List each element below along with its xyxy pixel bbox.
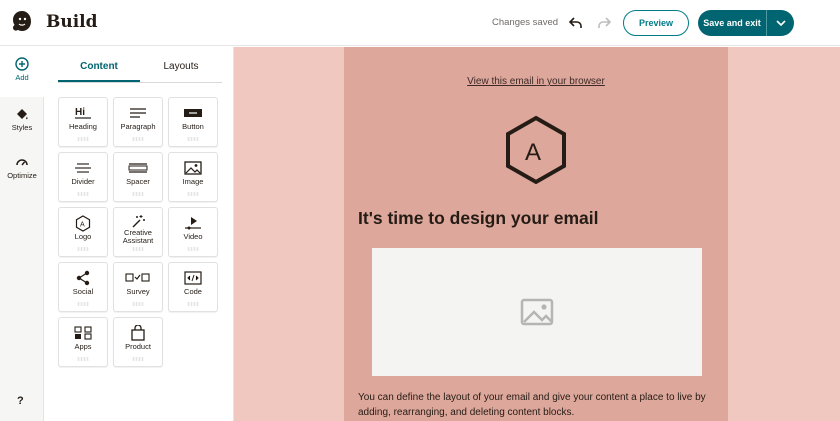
panel-tabs: Content Layouts — [58, 61, 222, 83]
drag-handle[interactable] — [77, 137, 89, 141]
apps-icon — [74, 326, 92, 340]
undo-button[interactable] — [566, 13, 586, 33]
paragraph-icon — [130, 108, 146, 118]
block-paragraph[interactable]: Paragraph — [113, 97, 163, 147]
logo-icon: A — [75, 214, 91, 232]
spacer-icon — [128, 163, 148, 173]
mailchimp-logo-icon[interactable] — [10, 8, 34, 36]
email-body-text[interactable]: You can define the layout of your email … — [358, 390, 722, 420]
add-circle-icon — [15, 57, 29, 71]
survey-icon — [125, 273, 150, 282]
rail-item-add[interactable]: Add — [0, 47, 44, 97]
preview-button[interactable]: Preview — [623, 10, 689, 36]
block-social[interactable]: Social — [58, 262, 108, 312]
block-image[interactable]: Image — [168, 152, 218, 202]
block-survey[interactable]: Survey — [113, 262, 163, 312]
rail-item-label: Styles — [11, 123, 33, 132]
shopping-bag-icon — [131, 325, 145, 341]
editor-canvas: View this email in your browser A It's t… — [234, 47, 840, 421]
heading-icon: Hi — [75, 107, 91, 119]
drag-handle[interactable] — [77, 302, 89, 306]
email-logo-hexagon[interactable]: A — [504, 115, 568, 185]
drag-handle[interactable] — [77, 192, 89, 196]
block-label: Survey — [126, 287, 150, 296]
block-label: Apps — [74, 342, 92, 351]
rail-item-optimize[interactable]: Optimize — [0, 155, 44, 180]
block-button[interactable]: Button — [168, 97, 218, 147]
button-icon — [184, 109, 202, 117]
gauge-icon — [16, 159, 28, 166]
content-panel: Content Layouts Hi Heading Paragraph But… — [44, 47, 234, 421]
block-label: Heading — [69, 122, 97, 131]
drag-handle[interactable] — [132, 357, 144, 361]
code-icon — [184, 271, 202, 285]
block-label: Image — [182, 177, 204, 186]
drag-handle[interactable] — [77, 357, 89, 361]
redo-icon — [598, 17, 611, 28]
image-icon — [184, 161, 202, 175]
share-icon — [76, 270, 90, 286]
help-button[interactable]: ? — [17, 395, 24, 407]
block-heading[interactable]: Hi Heading — [58, 97, 108, 147]
email-body: View this email in your browser A It's t… — [344, 47, 728, 421]
rail-item-styles[interactable]: Styles — [0, 107, 44, 132]
block-apps[interactable]: Apps — [58, 317, 108, 367]
svg-text:A: A — [80, 221, 85, 228]
drag-handle[interactable] — [132, 192, 144, 196]
logo-letter: A — [525, 139, 541, 166]
block-label: Video — [183, 232, 203, 241]
undo-icon — [569, 17, 582, 28]
top-bar: Build Changes saved Preview Save and exi… — [0, 0, 840, 46]
block-label: Button — [182, 122, 204, 131]
image-placeholder-icon — [520, 298, 554, 326]
left-rail: Add Styles Optimize ? — [0, 47, 44, 421]
save-options-dropdown[interactable] — [767, 20, 794, 26]
image-placeholder[interactable] — [372, 248, 702, 376]
chevron-down-icon — [775, 20, 786, 26]
drag-handle[interactable] — [132, 247, 144, 251]
email-headline[interactable]: It's time to design your email — [358, 208, 598, 229]
paint-bucket-icon — [17, 109, 28, 120]
svg-text:Hi: Hi — [75, 107, 85, 118]
video-icon — [185, 217, 201, 230]
drag-handle[interactable] — [187, 137, 199, 141]
save-and-exit-button[interactable]: Save and exit — [698, 10, 794, 36]
block-label: Social — [72, 287, 94, 296]
block-spacer[interactable]: Spacer — [113, 152, 163, 202]
view-in-browser-link[interactable]: View this email in your browser — [344, 76, 728, 87]
drag-handle[interactable] — [132, 137, 144, 141]
page-title: Build — [46, 12, 98, 32]
drag-handle[interactable] — [187, 192, 199, 196]
block-logo[interactable]: A Logo — [58, 207, 108, 257]
block-code[interactable]: Code — [168, 262, 218, 312]
block-divider[interactable]: Divider — [58, 152, 108, 202]
rail-item-label: Add — [15, 73, 29, 82]
block-label: Spacer — [126, 177, 150, 186]
save-status: Changes saved — [492, 17, 559, 28]
divider-icon — [75, 163, 91, 173]
drag-handle[interactable] — [187, 302, 199, 306]
drag-handle[interactable] — [132, 302, 144, 306]
block-label: Paragraph — [120, 122, 156, 131]
sparkle-wand-icon — [132, 215, 145, 228]
block-creative-assistant[interactable]: Creative Assistant — [113, 207, 163, 257]
block-label: Creative Assistant — [122, 228, 154, 245]
block-label: Code — [184, 287, 202, 296]
tab-layouts[interactable]: Layouts — [140, 61, 222, 82]
drag-handle[interactable] — [77, 247, 89, 251]
block-label: Product — [125, 342, 151, 351]
tab-content[interactable]: Content — [58, 61, 140, 82]
save-and-exit-label: Save and exit — [703, 18, 761, 28]
block-video[interactable]: Video — [168, 207, 218, 257]
rail-item-label: Optimize — [7, 171, 37, 180]
drag-handle[interactable] — [187, 247, 199, 251]
block-label: Divider — [71, 177, 95, 186]
block-product[interactable]: Product — [113, 317, 163, 367]
block-label: Logo — [74, 232, 92, 241]
redo-button[interactable] — [594, 13, 614, 33]
